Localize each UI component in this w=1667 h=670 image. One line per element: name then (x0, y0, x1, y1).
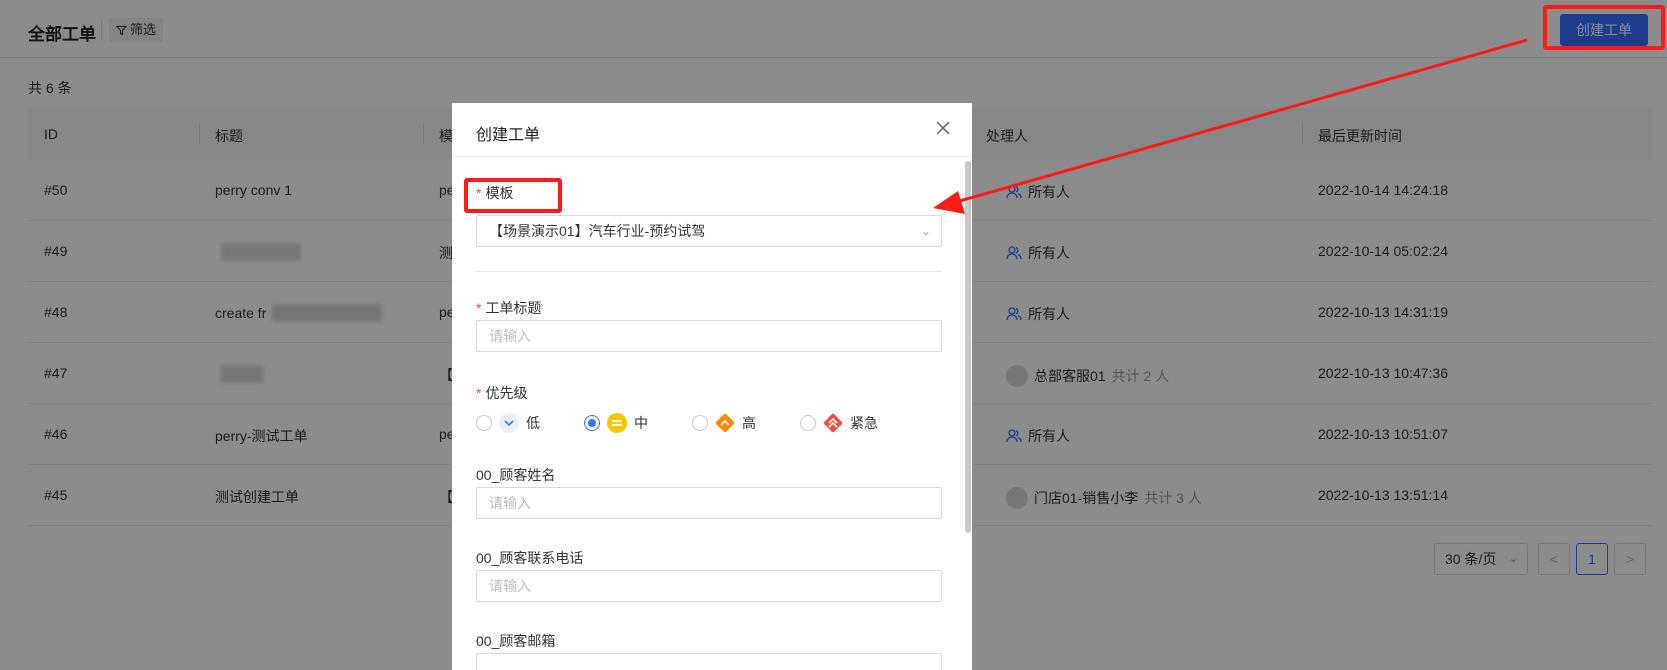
priority-low-icon (499, 413, 519, 433)
template-select-value: 【场景演示01】汽车行业-预约试驾 (489, 223, 706, 239)
priority-label: * 优先级 (476, 383, 527, 403)
annotation-box-template (464, 178, 562, 213)
priority-option-medium[interactable]: 中 (584, 412, 648, 434)
chevron-down-icon: ⌄ (920, 224, 931, 238)
dialog-header: 创建工单 (452, 103, 972, 157)
customer-name-input[interactable]: 请输入 (476, 487, 942, 519)
annotation-box-create-button (1543, 5, 1665, 50)
ticket-title-label-text: 工单标题 (485, 300, 542, 316)
ticket-title-input[interactable]: 请输入 (476, 320, 942, 352)
priority-medium-icon (607, 413, 627, 433)
radio-medium[interactable] (584, 415, 600, 431)
customer-phone-label: 00_顾客联系电话 (476, 550, 584, 566)
priority-option-low[interactable]: 低 (476, 412, 540, 434)
customer-email-input[interactable] (476, 653, 942, 670)
priority-option-urgent[interactable]: 紧急 (800, 412, 878, 434)
required-mark: * (476, 385, 482, 401)
close-icon[interactable] (934, 119, 952, 137)
customer-phone-input[interactable]: 请输入 (476, 570, 942, 602)
priority-urgent-icon (823, 413, 843, 433)
priority-option-high[interactable]: 高 (692, 412, 756, 434)
dialog-title: 创建工单 (476, 127, 541, 144)
customer-email-label: 00_顾客邮箱 (476, 633, 556, 649)
priority-label-text: 优先级 (485, 385, 528, 401)
radio-high[interactable] (692, 415, 708, 431)
dialog-scrollbar-thumb[interactable] (965, 161, 971, 533)
template-select[interactable]: 【场景演示01】汽车行业-预约试驾 ⌄ (476, 215, 942, 247)
priority-medium-label: 中 (634, 415, 648, 431)
priority-urgent-label: 紧急 (850, 415, 878, 431)
radio-low[interactable] (476, 415, 492, 431)
required-mark: * (476, 300, 482, 316)
field-divider (476, 271, 942, 272)
priority-high-label: 高 (742, 415, 756, 431)
radio-urgent[interactable] (800, 415, 816, 431)
customer-name-label: 00_顾客姓名 (476, 467, 556, 483)
ticket-title-label: * 工单标题 (476, 298, 541, 318)
priority-low-label: 低 (526, 415, 540, 431)
priority-high-icon (715, 413, 735, 433)
